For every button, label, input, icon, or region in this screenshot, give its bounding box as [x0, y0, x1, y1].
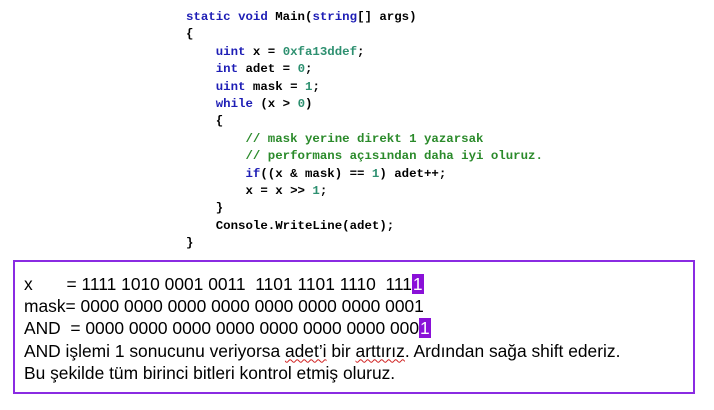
binary-x-value: x = 1111 1010 0001 0011 1101 1101 1110 1… [24, 274, 412, 294]
keyword-string: string [312, 10, 358, 24]
keyword-int: int [215, 62, 239, 77]
code-line: Console.WriteLine(adet); [186, 218, 395, 233]
binary-x-line: x = 1111 1010 0001 0011 1101 1101 1110 1… [24, 273, 693, 295]
highlighted-bit: 1 [419, 318, 431, 339]
keyword-void: void [238, 10, 268, 24]
number-literal: 1 [312, 183, 320, 198]
code-line: while (x > 0) [186, 96, 543, 113]
explanation-text: bir [326, 340, 356, 361]
spellcheck-word: arttırız [355, 340, 405, 361]
binary-mask-line: mask= 0000 0000 0000 0000 0000 0000 0000… [24, 296, 424, 317]
code-line: uint x = 0xfa13ddef; [186, 44, 543, 61]
code-text: x = x >> [245, 183, 313, 198]
number-literal: 0 [297, 62, 305, 77]
code-line: { [186, 114, 224, 129]
highlighted-bit: 1 [411, 274, 424, 294]
code-line: x = x >> 1; [186, 183, 543, 200]
keyword-uint: uint [215, 79, 246, 94]
keyword-uint: uint [215, 44, 246, 59]
keyword-if: if [245, 166, 261, 181]
binary-and-value: AND = 0000 0000 0000 0000 0000 0000 0000… [24, 318, 420, 339]
explanation-text: AND işlemi 1 sonucunu veriyorsa [24, 340, 285, 361]
code-text: ; [312, 79, 320, 94]
code-text: ; [305, 62, 313, 77]
code-line: // performans açısından daha iyi oluruz. [186, 148, 543, 165]
code-line: // mask yerine direkt 1 yazarsak [186, 131, 543, 148]
code-comment: // performans açısından daha iyi oluruz. [245, 149, 543, 164]
code-text: mask = [245, 79, 305, 94]
explanation-text-line: Bu şekilde tüm birinci bitleri kontrol e… [24, 362, 396, 383]
code-text: adet = [238, 62, 298, 77]
method-name: Main( [267, 10, 313, 24]
method-params: [] args) [357, 10, 417, 24]
code-text: ) adet++; [379, 166, 447, 181]
code-line: static void Main(string[] args) [186, 9, 543, 26]
code-line: if((x & mask) == 1) adet++; [186, 166, 543, 183]
number-literal: 0xfa13ddef [282, 44, 358, 59]
code-text: (x > [252, 96, 298, 111]
number-literal: 0 [297, 96, 305, 111]
code-line: } [186, 236, 194, 251]
code-comment: // mask yerine direkt 1 yazarsak [245, 131, 484, 146]
code-line: int adet = 0; [186, 61, 543, 78]
code-text: ; [319, 183, 328, 198]
code-text: x = [245, 44, 283, 59]
code-text: ((x & mask) == [260, 166, 372, 181]
code-text: ; [357, 44, 365, 59]
code-line: uint mask = 1; [186, 79, 543, 96]
explanation-box: x = 1111 1010 0001 0011 1101 1101 1110 1… [13, 260, 695, 394]
spellcheck-word: adet’i [284, 340, 327, 361]
keyword-while: while [215, 96, 253, 111]
code-text: ) [305, 96, 313, 111]
explanation-text: . Ardından sağa shift ederiz. [404, 340, 621, 361]
code-line: } [186, 201, 224, 216]
binary-and-line: AND = 0000 0000 0000 0000 0000 0000 0000… [24, 317, 693, 339]
code-snippet: static void Main(string[] args) { uint x… [186, 9, 543, 252]
code-line: { [186, 27, 194, 42]
explanation-text-line: AND işlemi 1 sonucunu veriyorsa adet’i b… [24, 340, 693, 362]
keyword-static: static [186, 10, 231, 24]
